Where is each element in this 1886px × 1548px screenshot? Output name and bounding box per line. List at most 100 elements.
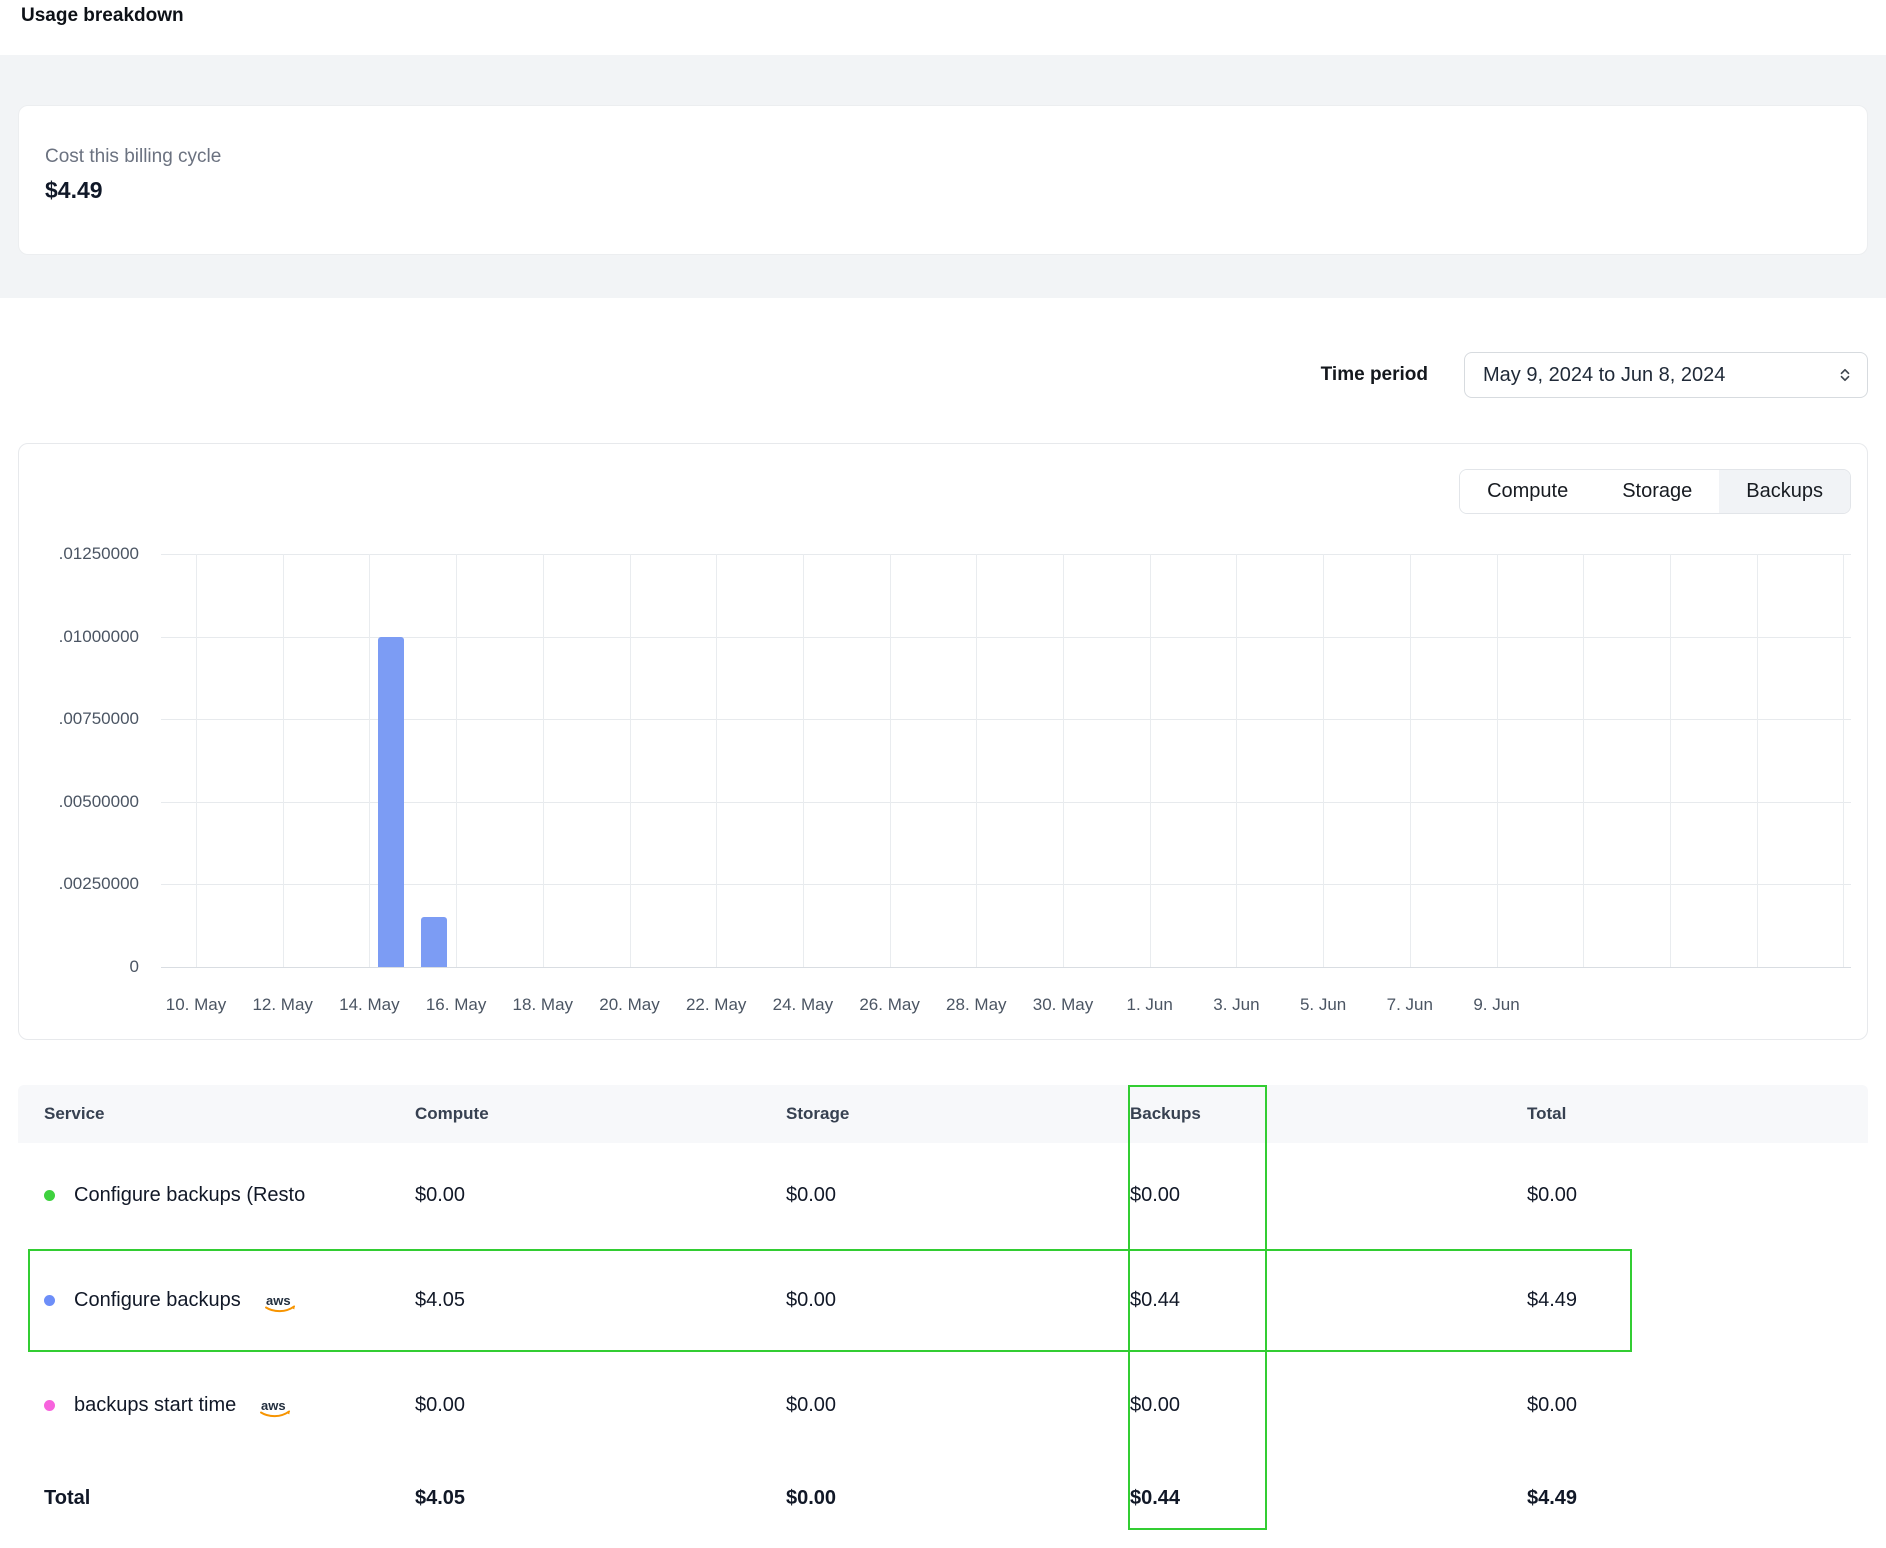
- y-axis-tick-label: .00750000: [19, 709, 139, 729]
- x-axis-tick-label: 20. May: [599, 995, 659, 1015]
- compute-cost: $0.00: [415, 1184, 786, 1207]
- tab-compute[interactable]: Compute: [1460, 470, 1595, 513]
- v-gridline: [1670, 554, 1671, 967]
- column-header-storage: Storage: [786, 1104, 1130, 1124]
- v-gridline: [1583, 554, 1584, 967]
- usage-table-body: Configure backups (Resto$0.00$0.00$0.00$…: [18, 1143, 1868, 1458]
- table-row: Configure backups aws $4.05$0.00$0.44$4.49: [18, 1248, 1868, 1353]
- x-axis-tick-label: 24. May: [773, 995, 833, 1015]
- cost-summary-card: Cost this billing cycle $4.49: [18, 105, 1868, 255]
- v-gridline: [1150, 554, 1151, 967]
- backups-cost: $0.44: [1130, 1289, 1527, 1312]
- page-title: Usage breakdown: [21, 5, 184, 27]
- v-gridline: [543, 554, 544, 967]
- total-cost: $0.00: [1527, 1394, 1868, 1417]
- v-gridline: [196, 554, 197, 967]
- chart-metric-tabs: ComputeStorageBackups: [1459, 469, 1851, 514]
- storage-cost: $0.00: [786, 1394, 1130, 1417]
- v-gridline: [369, 554, 370, 967]
- x-axis-tick-label: 9. Jun: [1473, 995, 1519, 1015]
- y-axis-tick-label: .01250000: [19, 544, 139, 564]
- series-color-dot-icon: [44, 1295, 55, 1306]
- v-gridline: [630, 554, 631, 967]
- v-gridline: [1410, 554, 1411, 967]
- y-axis-tick-label: .01000000: [19, 627, 139, 647]
- total-cost: $0.00: [1527, 1184, 1868, 1207]
- backups-cost: $0.00: [1130, 1394, 1527, 1417]
- x-axis-tick-label: 10. May: [166, 995, 226, 1015]
- v-gridline: [976, 554, 977, 967]
- x-axis-tick-label: 14. May: [339, 995, 399, 1015]
- chart-bar: [378, 637, 404, 967]
- v-gridline: [716, 554, 717, 967]
- aws-logo-icon: aws: [258, 1397, 292, 1419]
- v-gridline: [803, 554, 804, 967]
- usage-table-header: Service Compute Storage Backups Total: [18, 1085, 1868, 1143]
- y-axis-tick-label: 0: [19, 957, 139, 977]
- x-axis-tick-label: 16. May: [426, 995, 486, 1015]
- total-cost: $4.49: [1527, 1289, 1868, 1312]
- cost-cycle-label: Cost this billing cycle: [45, 146, 1841, 168]
- h-gridline: [161, 884, 1851, 885]
- table-total-row: Total $4.05 $0.00 $0.44 $4.49: [18, 1458, 1868, 1538]
- compute-cost: $4.05: [415, 1289, 786, 1312]
- storage-cost: $0.00: [786, 1289, 1130, 1312]
- column-header-total: Total: [1527, 1104, 1868, 1124]
- y-axis-tick-label: .00500000: [19, 792, 139, 812]
- total-compute-cost: $4.05: [415, 1487, 786, 1510]
- x-axis-tick-label: 1. Jun: [1127, 995, 1173, 1015]
- y-axis-tick-label: .00250000: [19, 874, 139, 894]
- svg-text:aws: aws: [266, 1293, 291, 1308]
- service-cell: Configure backups aws: [44, 1288, 415, 1314]
- total-grand-cost: $4.49: [1527, 1487, 1868, 1510]
- total-storage-cost: $0.00: [786, 1487, 1130, 1510]
- column-header-service: Service: [44, 1104, 415, 1124]
- time-period-row: Time period May 9, 2024 to Jun 8, 2024: [1321, 352, 1868, 398]
- v-gridline: [890, 554, 891, 967]
- x-axis-tick-label: 26. May: [859, 995, 919, 1015]
- time-period-select[interactable]: May 9, 2024 to Jun 8, 2024: [1464, 352, 1868, 398]
- total-backups-cost: $0.44: [1130, 1487, 1527, 1510]
- x-axis-tick-label: 5. Jun: [1300, 995, 1346, 1015]
- h-gridline: [161, 967, 1851, 968]
- v-gridline: [283, 554, 284, 967]
- tab-backups[interactable]: Backups: [1719, 470, 1850, 513]
- billing-summary-band: Cost this billing cycle $4.49: [0, 55, 1886, 298]
- h-gridline: [161, 554, 1851, 555]
- chart-bar: [421, 917, 447, 967]
- usage-bar-chart: [161, 554, 1851, 967]
- service-name: Configure backups: [74, 1289, 241, 1312]
- time-period-label: Time period: [1321, 364, 1428, 386]
- cost-cycle-value: $4.49: [45, 177, 1841, 204]
- table-row: Configure backups (Resto$0.00$0.00$0.00$…: [18, 1143, 1868, 1248]
- v-gridline: [1757, 554, 1758, 967]
- usage-table: Service Compute Storage Backups Total Co…: [18, 1085, 1868, 1538]
- service-cell: backups start timeaws: [44, 1393, 415, 1419]
- service-cell: Configure backups (Resto: [44, 1184, 415, 1207]
- chevron-up-down-icon: [1837, 367, 1853, 383]
- v-gridline: [1323, 554, 1324, 967]
- v-gridline: [1843, 554, 1844, 967]
- x-axis-tick-label: 22. May: [686, 995, 746, 1015]
- v-gridline: [456, 554, 457, 967]
- svg-text:aws: aws: [261, 1398, 286, 1413]
- x-axis-tick-label: 30. May: [1033, 995, 1093, 1015]
- x-axis-tick-label: 12. May: [252, 995, 312, 1015]
- series-color-dot-icon: [44, 1190, 55, 1201]
- usage-chart-card: ComputeStorageBackups .01250000 .01000000…: [18, 443, 1868, 1040]
- x-axis-tick-label: 7. Jun: [1387, 995, 1433, 1015]
- total-row-label: Total: [44, 1487, 415, 1510]
- h-gridline: [161, 637, 1851, 638]
- aws-logo-icon: aws: [263, 1292, 297, 1314]
- tab-storage[interactable]: Storage: [1595, 470, 1719, 513]
- h-gridline: [161, 802, 1851, 803]
- h-gridline: [161, 719, 1851, 720]
- column-header-compute: Compute: [415, 1104, 786, 1124]
- series-color-dot-icon: [44, 1400, 55, 1411]
- column-header-backups: Backups: [1130, 1104, 1527, 1124]
- x-axis-tick-label: 18. May: [513, 995, 573, 1015]
- time-period-value: May 9, 2024 to Jun 8, 2024: [1483, 364, 1725, 387]
- compute-cost: $0.00: [415, 1394, 786, 1417]
- v-gridline: [1236, 554, 1237, 967]
- v-gridline: [1497, 554, 1498, 967]
